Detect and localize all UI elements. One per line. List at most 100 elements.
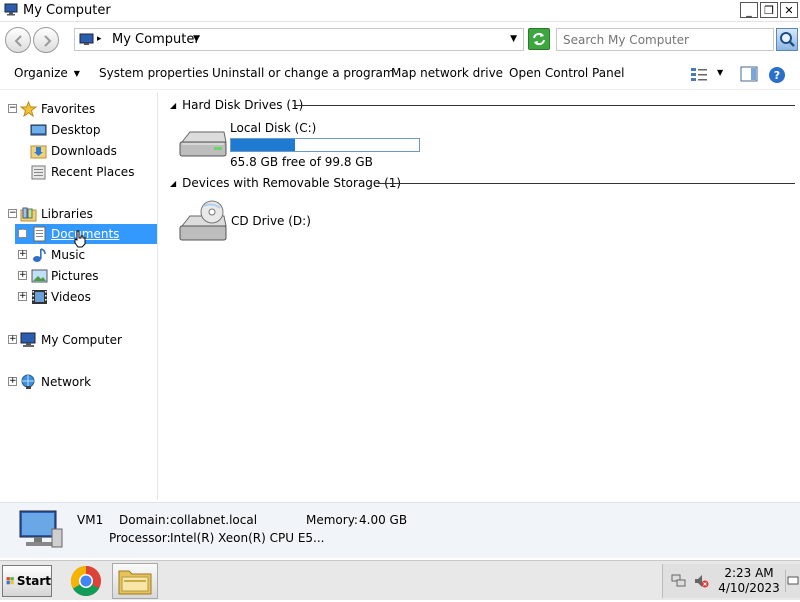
expand-toggle[interactable]: + <box>18 229 27 238</box>
system-properties-button[interactable]: System properties <box>99 66 209 80</box>
help-button[interactable]: ? <box>768 66 786 87</box>
taskbar: Start 2:23 AM 4/10/2023 <box>0 560 800 600</box>
group-divider <box>294 105 795 106</box>
nav-item-label: Recent Places <box>51 165 135 179</box>
nav-favorites[interactable]: − Favorites <box>8 99 156 119</box>
expand-toggle[interactable]: + <box>18 271 27 280</box>
collapse-toggle[interactable]: − <box>8 104 17 113</box>
organize-label: Organize <box>14 66 68 80</box>
nav-item-videos[interactable]: + Videos <box>15 287 156 307</box>
address-history-dropdown[interactable]: ▼ <box>510 34 517 44</box>
drive-name: Local Disk (C:) <box>230 121 317 135</box>
documents-icon <box>31 226 48 242</box>
disk-usage-bar <box>230 138 420 152</box>
group-header-label: Hard Disk Drives (1) <box>182 98 304 112</box>
window-title: My Computer <box>23 3 111 18</box>
search-input[interactable] <box>557 29 773 50</box>
computer-monitor-icon <box>16 509 64 554</box>
change-view-button[interactable] <box>690 66 708 85</box>
title-bar[interactable]: My Computer _ ❐ ✕ <box>0 0 800 22</box>
domain-label: Domain: <box>119 513 170 527</box>
back-arrow-icon <box>14 35 22 47</box>
collapse-toggle[interactable]: − <box>8 209 17 218</box>
nav-item-label: Videos <box>51 290 91 304</box>
nav-my-computer-label: My Computer <box>41 333 122 347</box>
expand-toggle[interactable]: + <box>8 377 17 386</box>
chevron-down-icon: ▼ <box>73 69 80 78</box>
nav-item-label: Pictures <box>51 269 99 283</box>
expand-toggle[interactable]: + <box>18 250 27 259</box>
drive-name: CD Drive (D:) <box>231 214 311 228</box>
help-icon: ? <box>769 67 785 83</box>
clock-time: 2:23 AM <box>724 566 774 580</box>
nav-favorites-label: Favorites <box>41 102 96 116</box>
search-icon <box>780 32 795 47</box>
address-location[interactable]: My Computer <box>112 32 200 47</box>
network-status-icon[interactable] <box>671 573 687 592</box>
cd-drive-icon <box>178 200 228 241</box>
downloads-folder-icon <box>30 143 47 159</box>
windows-logo-icon <box>6 577 14 585</box>
show-desktop-icon <box>787 576 799 585</box>
expand-toggle[interactable]: + <box>18 292 27 301</box>
chrome-taskbar-button[interactable] <box>66 563 106 599</box>
cd-drive-d-item[interactable]: CD Drive (D:) <box>178 200 358 250</box>
processor-value: Intel(R) Xeon(R) CPU E5... <box>170 531 325 545</box>
close-button[interactable]: ✕ <box>780 2 798 18</box>
explorer-taskbar-button[interactable] <box>112 563 158 599</box>
nav-item-documents[interactable]: + Documents <box>15 224 157 248</box>
hard-disk-drives-group[interactable]: ◢ Hard Disk Drives (1) <box>170 98 795 112</box>
preview-pane-icon <box>740 66 758 82</box>
content-pane: ◢ Hard Disk Drives (1) Local Disk (C:) 65… <box>160 92 800 500</box>
nav-item-recent-places[interactable]: Recent Places <box>30 162 156 182</box>
show-desktop-button[interactable] <box>785 570 799 592</box>
nav-libraries[interactable]: − Libraries <box>8 204 156 224</box>
memory-value: 4.00 GB <box>359 513 408 527</box>
computer-icon <box>4 3 18 16</box>
removable-storage-group[interactable]: ◢ Devices with Removable Storage (1) <box>170 176 795 190</box>
computer-name: VM1 <box>77 513 104 527</box>
nav-item-downloads[interactable]: Downloads <box>30 141 156 161</box>
address-bar[interactable]: ▸ My Computer ▼ ▼ <box>74 28 524 51</box>
nav-network[interactable]: + Network <box>8 372 156 392</box>
view-dropdown-chevron-icon[interactable]: ▼ <box>717 68 723 77</box>
command-bar: Organize ▼ System properties Uninstall or… <box>0 58 800 90</box>
refresh-button[interactable] <box>528 28 550 50</box>
map-network-drive-button[interactable]: Map network drive <box>391 66 503 80</box>
clock-date: 4/10/2023 <box>718 581 780 595</box>
network-icon <box>20 374 37 390</box>
hard-drive-icon <box>178 120 228 160</box>
forward-button[interactable] <box>33 27 59 53</box>
group-header-label: Devices with Removable Storage (1) <box>182 176 402 190</box>
nav-item-pictures[interactable]: + Pictures <box>15 266 156 286</box>
clock[interactable]: 2:23 AM 4/10/2023 <box>717 566 781 596</box>
view-options-icon <box>691 68 707 81</box>
start-button[interactable]: Start <box>2 565 52 597</box>
local-disk-c-item[interactable]: Local Disk (C:) 65.8 GB free of 99.8 GB <box>178 120 438 172</box>
chevron-right-icon[interactable]: ▸ <box>97 34 102 44</box>
expand-toggle[interactable]: + <box>8 335 17 344</box>
processor-label: Processor: <box>109 531 171 545</box>
drive-free-space: 65.8 GB free of 99.8 GB <box>230 155 373 169</box>
memory-label: Memory: <box>306 513 358 527</box>
group-divider <box>378 183 795 184</box>
back-button[interactable] <box>5 27 31 53</box>
nav-my-computer[interactable]: + My Computer <box>8 330 156 350</box>
videos-icon <box>31 289 48 305</box>
maximize-button[interactable]: ❐ <box>760 2 778 18</box>
recent-places-icon <box>30 164 47 180</box>
search-field[interactable] <box>556 28 774 51</box>
system-tray: 2:23 AM 4/10/2023 <box>662 564 800 598</box>
minimize-button[interactable]: _ <box>740 2 758 18</box>
nav-item-music[interactable]: + Music <box>15 245 156 265</box>
disk-usage-fill <box>231 139 295 151</box>
chevron-down-icon[interactable]: ▼ <box>193 34 200 44</box>
organize-menu[interactable]: Organize ▼ <box>14 66 80 80</box>
search-button[interactable] <box>776 28 798 51</box>
volume-muted-icon[interactable] <box>693 573 709 592</box>
nav-item-desktop[interactable]: Desktop <box>30 120 156 140</box>
address-row: ▸ My Computer ▼ ▼ <box>0 24 800 56</box>
uninstall-program-button[interactable]: Uninstall or change a program <box>212 66 395 80</box>
preview-pane-button[interactable] <box>740 66 758 85</box>
open-control-panel-button[interactable]: Open Control Panel <box>509 66 624 80</box>
